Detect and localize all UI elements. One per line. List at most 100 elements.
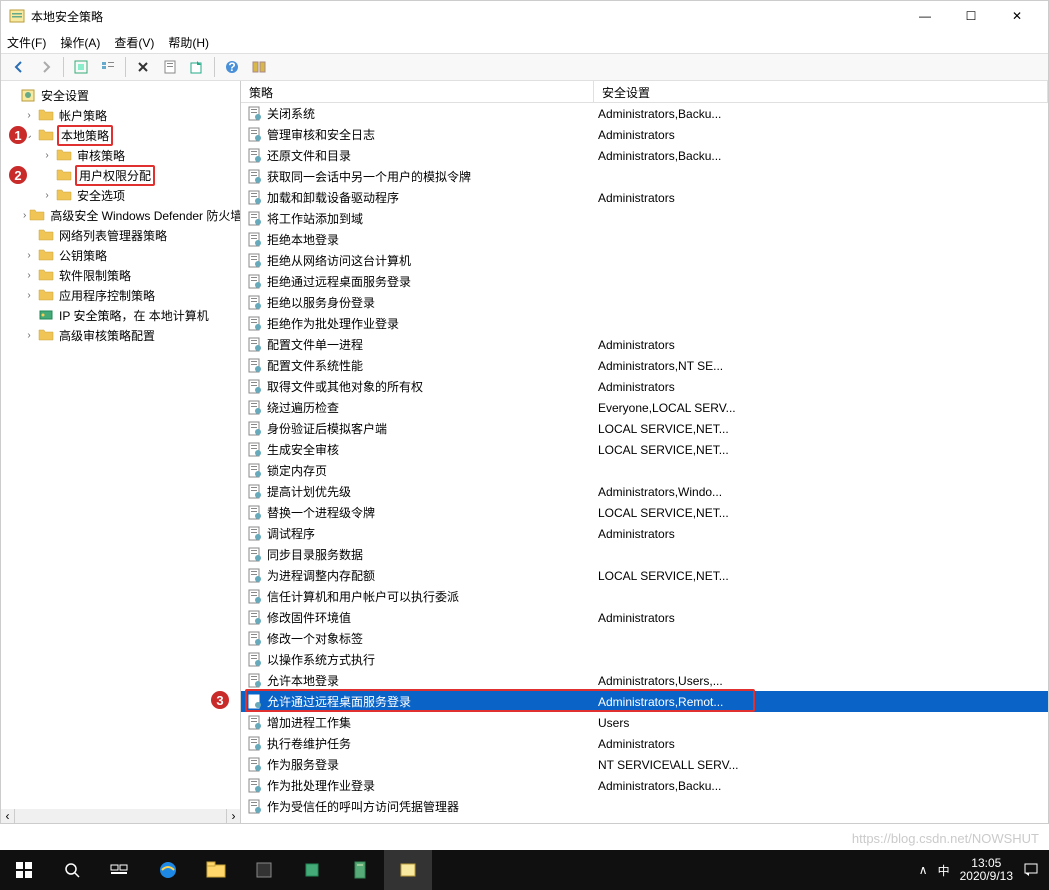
expander-icon[interactable]: › — [41, 150, 53, 161]
policy-row[interactable]: 信任计算机和用户帐户可以执行委派 — [241, 586, 1048, 607]
policy-row[interactable]: 绕过遍历检查Everyone,LOCAL SERV... — [241, 397, 1048, 418]
policy-row[interactable]: 获取同一会话中另一个用户的模拟令牌 — [241, 166, 1048, 187]
policy-row[interactable]: 加载和卸载设备驱动程序Administrators — [241, 187, 1048, 208]
tree-item[interactable]: 网络列表管理器策略 — [1, 225, 240, 245]
menu-file[interactable]: 文件(F) — [7, 34, 46, 51]
policy-row[interactable]: 作为批处理作业登录Administrators,Backu... — [241, 775, 1048, 796]
policy-row[interactable]: 修改一个对象标签 — [241, 628, 1048, 649]
policy-setting: Administrators — [594, 737, 1048, 751]
policy-row[interactable]: 关闭系统Administrators,Backu... — [241, 103, 1048, 124]
policy-row[interactable]: 执行卷维护任务Administrators — [241, 733, 1048, 754]
column-setting[interactable]: 安全设置 — [594, 81, 1048, 102]
up-button[interactable] — [69, 55, 93, 79]
policy-row[interactable]: 修改固件环境值Administrators — [241, 607, 1048, 628]
tree-item[interactable]: ›高级审核策略配置 — [1, 325, 240, 345]
tree-item[interactable]: ›帐户策略 — [1, 105, 240, 125]
tree-item[interactable]: 用户权限分配 — [1, 165, 240, 185]
app2-icon[interactable] — [288, 850, 336, 890]
expander-icon[interactable]: › — [41, 190, 53, 201]
policy-row[interactable]: 将工作站添加到域 — [241, 208, 1048, 229]
policy-icon — [247, 610, 263, 626]
policy-row[interactable]: 替换一个进程级令牌LOCAL SERVICE,NET... — [241, 502, 1048, 523]
policy-row[interactable]: 配置文件系统性能Administrators,NT SE... — [241, 355, 1048, 376]
policy-row[interactable]: 取得文件或其他对象的所有权Administrators — [241, 376, 1048, 397]
tree-item[interactable]: ›高级安全 Windows Defender 防火墙 — [1, 205, 240, 225]
policy-row[interactable]: 作为服务登录NT SERVICE\ALL SERV... — [241, 754, 1048, 775]
policy-row[interactable]: 生成安全审核LOCAL SERVICE,NET... — [241, 439, 1048, 460]
tree-item[interactable]: IP 安全策略，在 本地计算机 — [1, 305, 240, 325]
search-icon[interactable] — [48, 850, 96, 890]
tree-item[interactable]: ›安全选项 — [1, 185, 240, 205]
policy-row[interactable]: 拒绝通过远程桌面服务登录 — [241, 271, 1048, 292]
expander-icon[interactable]: › — [23, 290, 35, 301]
taskview-icon[interactable] — [96, 850, 144, 890]
app-icon — [9, 8, 25, 24]
app1-icon[interactable] — [240, 850, 288, 890]
properties-button[interactable] — [158, 55, 182, 79]
policy-row[interactable]: 以操作系统方式执行 — [241, 649, 1048, 670]
policy-row[interactable]: 调试程序Administrators — [241, 523, 1048, 544]
expander-icon[interactable]: › — [23, 250, 35, 261]
policy-row[interactable]: 配置文件单一进程Administrators — [241, 334, 1048, 355]
back-button[interactable] — [7, 55, 31, 79]
system-tray: ∧ 中 13:05 2020/9/13 — [919, 857, 1049, 883]
tray-chevron-icon[interactable]: ∧ — [919, 863, 928, 877]
policy-row[interactable]: 允许本地登录Administrators,Users,... — [241, 670, 1048, 691]
policy-name: 替换一个进程级令牌 — [267, 504, 375, 521]
tree-item[interactable]: ⌄本地策略 — [1, 125, 240, 145]
help-button[interactable]: ? — [220, 55, 244, 79]
menu-view[interactable]: 查看(V) — [114, 34, 154, 51]
policy-row[interactable]: 拒绝本地登录 — [241, 229, 1048, 250]
horizontal-scrollbar[interactable]: ‹› — [1, 809, 240, 823]
expander-icon[interactable]: › — [23, 110, 35, 121]
tree-panel[interactable]: 安全设置›帐户策略⌄本地策略1›审核策略用户权限分配2›安全选项›高级安全 Wi… — [1, 81, 241, 823]
maximize-button[interactable]: ☐ — [948, 1, 994, 31]
policy-row[interactable]: 拒绝从网络访问这台计算机 — [241, 250, 1048, 271]
ie-icon[interactable] — [144, 850, 192, 890]
tree-item[interactable]: ›公钥策略 — [1, 245, 240, 265]
policy-row[interactable]: 拒绝以服务身份登录 — [241, 292, 1048, 313]
policy-row[interactable]: 增加进程工作集Users — [241, 712, 1048, 733]
secpol-icon[interactable] — [384, 850, 432, 890]
policy-row[interactable]: 拒绝作为批处理作业登录 — [241, 313, 1048, 334]
expander-icon[interactable]: › — [23, 270, 35, 281]
list-body[interactable]: 关闭系统Administrators,Backu...管理审核和安全日志Admi… — [241, 103, 1048, 823]
tree-item[interactable]: ›应用程序控制策略 — [1, 285, 240, 305]
policy-row[interactable]: 管理审核和安全日志Administrators — [241, 124, 1048, 145]
ime-indicator[interactable]: 中 — [938, 862, 950, 879]
list-button[interactable] — [96, 55, 120, 79]
policy-row[interactable]: 允许通过远程桌面服务登录Administrators,Remot... — [241, 691, 1048, 712]
refresh-button[interactable] — [247, 55, 271, 79]
forward-button[interactable] — [34, 55, 58, 79]
server-icon[interactable] — [336, 850, 384, 890]
policy-row[interactable]: 身份验证后模拟客户端LOCAL SERVICE,NET... — [241, 418, 1048, 439]
policy-name: 允许本地登录 — [267, 672, 339, 689]
start-button[interactable] — [0, 850, 48, 890]
folder-icon — [56, 147, 72, 163]
explorer-icon[interactable] — [192, 850, 240, 890]
menu-action[interactable]: 操作(A) — [60, 34, 100, 51]
tree-item[interactable]: ›审核策略 — [1, 145, 240, 165]
notification-icon[interactable] — [1023, 861, 1039, 880]
menu-help[interactable]: 帮助(H) — [168, 34, 209, 51]
policy-name: 信任计算机和用户帐户可以执行委派 — [267, 588, 459, 605]
policy-row[interactable]: 作为受信任的呼叫方访问凭据管理器 — [241, 796, 1048, 817]
annotation-badge: 1 — [7, 124, 29, 146]
tree-item[interactable]: ›软件限制策略 — [1, 265, 240, 285]
policy-name: 修改固件环境值 — [267, 609, 351, 626]
policy-setting: NT SERVICE\ALL SERV... — [594, 758, 1048, 772]
delete-button[interactable] — [131, 55, 155, 79]
clock[interactable]: 13:05 2020/9/13 — [960, 857, 1013, 883]
expander-icon[interactable]: › — [23, 330, 35, 341]
tree-root[interactable]: 安全设置 — [1, 85, 240, 105]
minimize-button[interactable]: — — [902, 1, 948, 31]
policy-row[interactable]: 同步目录服务数据 — [241, 544, 1048, 565]
policy-row[interactable]: 为进程调整内存配额LOCAL SERVICE,NET... — [241, 565, 1048, 586]
policy-row[interactable]: 提高计划优先级Administrators,Windo... — [241, 481, 1048, 502]
column-policy[interactable]: 策略 — [241, 81, 594, 102]
policy-row[interactable]: 还原文件和目录Administrators,Backu... — [241, 145, 1048, 166]
close-button[interactable]: ✕ — [994, 1, 1040, 31]
policy-row[interactable]: 锁定内存页 — [241, 460, 1048, 481]
export-button[interactable] — [185, 55, 209, 79]
expander-icon[interactable]: › — [23, 210, 26, 221]
